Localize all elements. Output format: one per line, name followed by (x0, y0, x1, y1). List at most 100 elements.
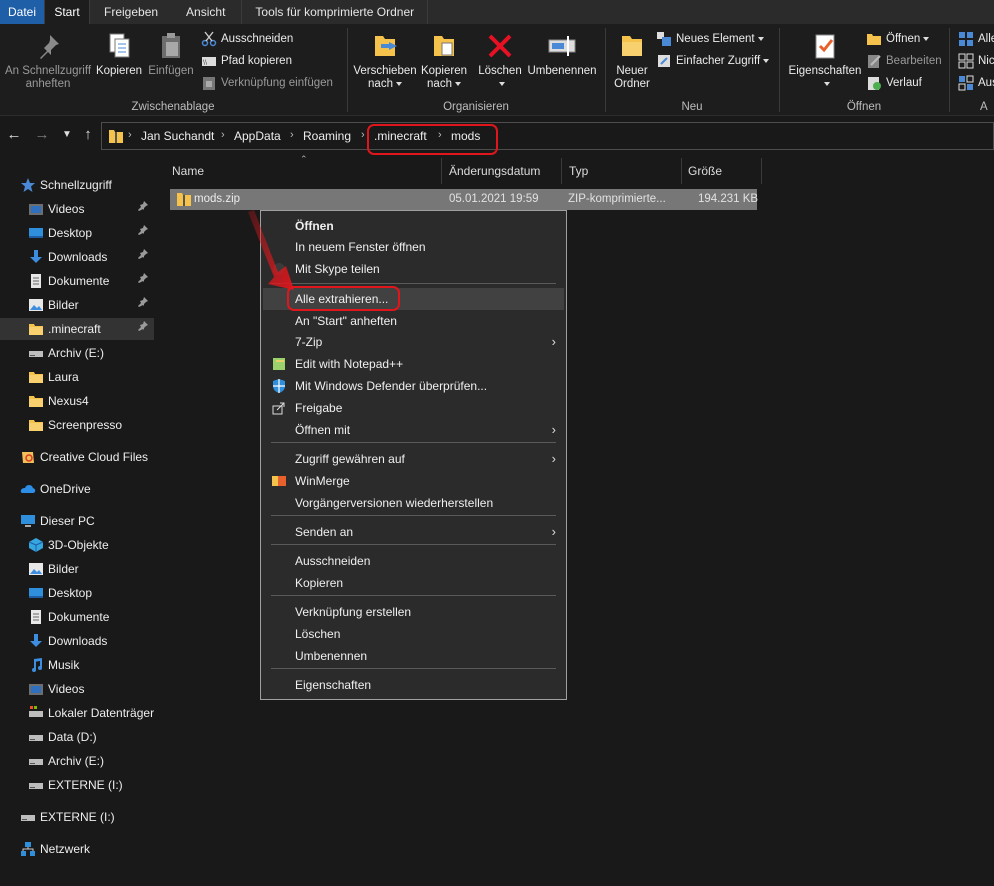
rename-button[interactable]: Umbenennen (524, 30, 600, 78)
invert-selection-button[interactable]: Aus (958, 73, 994, 93)
sidebar-item[interactable]: Laura (0, 366, 154, 388)
sidebar-item[interactable]: Creative Cloud Files (0, 446, 154, 468)
menu-item-restore-versions[interactable]: Vorgängerversionen wiederherstellen (263, 492, 564, 514)
pin-quick-access-button[interactable]: An Schnellzugriff anheften (2, 30, 94, 91)
sidebar-item[interactable]: Desktop (0, 222, 154, 244)
new-item-button[interactable]: Neues Element (656, 29, 764, 49)
menu-item-copy[interactable]: Kopieren (263, 572, 564, 594)
folder-icon (28, 369, 44, 385)
sidebar-item[interactable]: Dokumente (0, 270, 154, 292)
address-bar[interactable]: › Jan Suchandt › AppData › Roaming › .mi… (101, 122, 994, 150)
menu-item-rename[interactable]: Umbenennen (263, 645, 564, 667)
menu-item-defender-scan[interactable]: Mit Windows Defender überprüfen... (263, 375, 564, 397)
menu-item-give-access[interactable]: Zugriff gewähren auf › (263, 448, 564, 470)
tab-freigeben[interactable]: Freigeben (90, 0, 172, 24)
menu-item-7zip[interactable]: 7-Zip › (263, 331, 564, 353)
sidebar-item[interactable]: Bilder (0, 294, 154, 316)
sidebar-item[interactable]: Desktop (0, 582, 154, 604)
sidebar-item[interactable]: Schnellzugriff (0, 174, 154, 196)
forward-arrow-icon[interactable]: → (32, 125, 52, 145)
back-arrow-icon[interactable]: ← (4, 125, 24, 145)
menu-item-share[interactable]: Freigabe (263, 397, 564, 419)
menu-item-send-to[interactable]: Senden an › (263, 521, 564, 543)
menu-item-label: Umbenennen (295, 649, 368, 663)
sidebar-item[interactable]: Downloads (0, 246, 154, 268)
copy-path-button[interactable]: \\ Pfad kopieren (201, 51, 292, 71)
breadcrumb-chevron-icon[interactable]: › (221, 129, 225, 141)
ribbon-tabbar: Datei Start Freigeben Ansicht Tools für … (0, 0, 994, 24)
menu-item-label: Senden an (295, 525, 354, 539)
paste-button[interactable]: Einfügen (145, 30, 197, 78)
select-none-button[interactable]: Nic (958, 51, 994, 71)
sidebar-item[interactable]: .minecraft (0, 318, 154, 340)
sidebar-item-label: EXTERNE (I:) (40, 810, 115, 824)
menu-item-pin-start[interactable]: An "Start" anheften (263, 310, 564, 332)
delete-button[interactable]: Löschen (476, 30, 524, 91)
up-arrow-icon[interactable]: ↑ (78, 125, 98, 145)
star-icon (20, 177, 36, 193)
sidebar-item[interactable]: Netzwerk (0, 838, 154, 860)
breadcrumb-jan-suchandt[interactable]: Jan Suchandt (141, 129, 214, 143)
select-all-button[interactable]: Alle (958, 29, 994, 49)
sidebar-item[interactable]: Archiv (E:) (0, 750, 154, 772)
copy-to-button[interactable]: Kopieren nach (418, 30, 470, 91)
move-to-label2: nach (352, 78, 418, 91)
paste-shortcut-button[interactable]: Verknüpfung einfügen (201, 73, 333, 93)
sidebar-item[interactable]: Lokaler Datenträger (0, 702, 154, 724)
sidebar-item[interactable]: Downloads (0, 630, 154, 652)
sidebar-item[interactable]: Dieser PC (0, 510, 154, 532)
edit-button[interactable]: Bearbeiten (866, 51, 942, 71)
sidebar-item[interactable]: EXTERNE (I:) (0, 806, 154, 828)
breadcrumb-appdata[interactable]: AppData (234, 129, 281, 143)
table-row[interactable]: mods.zip 05.01.2021 19:59 ZIP-komprimier… (170, 189, 758, 210)
move-to-button[interactable]: Verschieben nach (352, 30, 418, 91)
menu-item-open[interactable]: Öffnen (263, 215, 564, 237)
menu-item-cut[interactable]: Ausschneiden (263, 550, 564, 572)
tab-start[interactable]: Start (44, 0, 90, 24)
sidebar-item[interactable]: Videos (0, 678, 154, 700)
open-label: Öffnen (886, 33, 921, 45)
sidebar-item[interactable]: Data (D:) (0, 726, 154, 748)
easy-access-button[interactable]: Einfacher Zugriff (656, 51, 770, 71)
breadcrumb-chevron-icon[interactable]: › (361, 129, 365, 141)
menu-item-label: Vorgängerversionen wiederherstellen (295, 496, 494, 510)
menu-item-properties[interactable]: Eigenschaften (263, 674, 564, 696)
tab-ansicht[interactable]: Ansicht (172, 0, 241, 24)
tab-tools-compressed[interactable]: Tools für komprimierte Ordner (241, 0, 429, 24)
sidebar-item[interactable]: Nexus4 (0, 390, 154, 412)
sidebar-item[interactable]: Musik (0, 654, 154, 676)
column-header-type[interactable]: Typ (562, 158, 682, 184)
sidebar-item[interactable]: Bilder (0, 558, 154, 580)
breadcrumb-chevron-icon[interactable]: › (290, 129, 294, 141)
menu-item-create-shortcut[interactable]: Verknüpfung erstellen (263, 601, 564, 623)
copy-button[interactable]: Kopieren (95, 30, 143, 78)
menu-item-delete[interactable]: Löschen (263, 623, 564, 645)
column-header-modified[interactable]: Änderungsdatum (442, 158, 562, 184)
menu-separator (271, 515, 556, 516)
sidebar-item[interactable]: 3D-Objekte (0, 534, 154, 556)
sidebar-item[interactable]: EXTERNE (I:) (0, 774, 154, 796)
cut-button[interactable]: Ausschneiden (201, 29, 293, 49)
new-folder-button[interactable]: Neuer Ordner (612, 30, 652, 91)
column-header-size[interactable]: Größe (682, 158, 762, 184)
recent-locations-chevron-icon[interactable]: ▼ (57, 125, 77, 145)
menu-item-winmerge[interactable]: WinMerge (263, 470, 564, 492)
column-header-name[interactable]: Name (154, 158, 442, 184)
copy-path-label: Pfad kopieren (221, 55, 292, 67)
sidebar-item[interactable]: Archiv (E:) (0, 342, 154, 364)
tab-datei[interactable]: Datei (0, 0, 44, 24)
menu-item-open-new-window[interactable]: In neuem Fenster öffnen (263, 236, 564, 258)
new-folder-icon (622, 36, 642, 56)
sidebar-item[interactable]: Videos (0, 198, 154, 220)
history-button[interactable]: Verlauf (866, 73, 922, 93)
sidebar-item[interactable]: Screenpresso (0, 414, 154, 436)
open-button[interactable]: Öffnen (866, 29, 930, 49)
properties-button[interactable]: Eigenschaften (784, 30, 866, 91)
breadcrumb-chevron-icon[interactable]: › (128, 129, 132, 141)
menu-item-open-with[interactable]: Öffnen mit › (263, 419, 564, 441)
menu-item-skype-share[interactable]: Mit Skype teilen (263, 258, 564, 280)
sidebar-item[interactable]: Dokumente (0, 606, 154, 628)
sidebar-item[interactable]: OneDrive (0, 478, 154, 500)
menu-item-notepadpp[interactable]: Edit with Notepad++ (263, 353, 564, 375)
breadcrumb-roaming[interactable]: Roaming (303, 129, 351, 143)
